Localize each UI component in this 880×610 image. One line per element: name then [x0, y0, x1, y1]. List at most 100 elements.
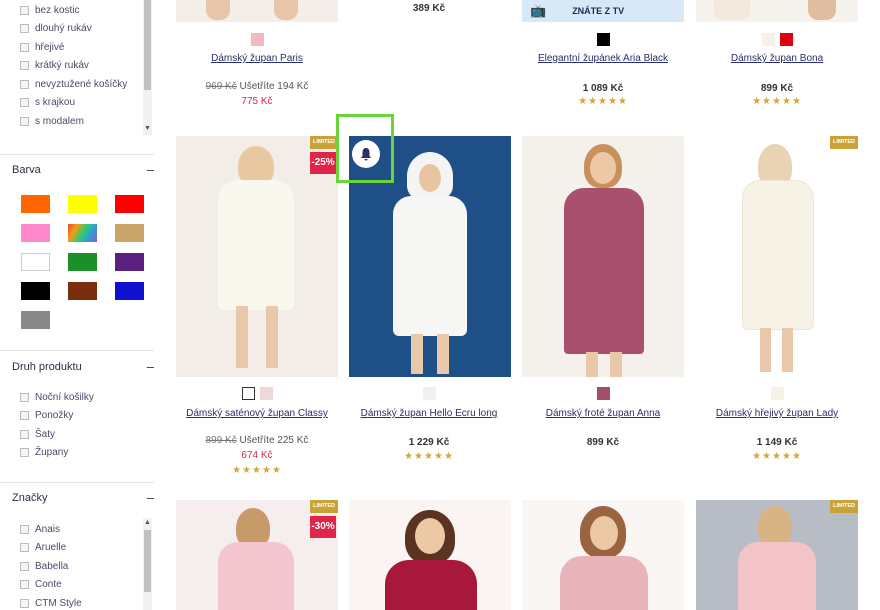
checkbox[interactable] [20, 411, 29, 421]
color-option[interactable] [422, 387, 436, 400]
color-swatch-pink[interactable] [21, 224, 50, 242]
filter-option[interactable]: s modalem [20, 112, 152, 131]
product-name[interactable]: Dámský župan Hello Ecru long [342, 408, 516, 419]
color-option[interactable] [596, 387, 610, 400]
checkbox[interactable] [20, 543, 29, 553]
product-image[interactable] [176, 0, 338, 22]
rating-stars: ★★★★★ [752, 451, 802, 462]
color-options [170, 33, 344, 46]
color-option[interactable] [761, 33, 775, 46]
checkbox[interactable] [20, 524, 29, 534]
product-name[interactable]: Dámský župan Bona [690, 53, 864, 64]
filter-option[interactable]: Ponožky [20, 407, 152, 426]
product-image[interactable] [696, 136, 858, 377]
filter-option[interactable]: dlouhý rukáv [20, 20, 152, 39]
filter-option[interactable]: Conte [20, 576, 152, 595]
discount-badge: -30% [310, 516, 336, 538]
color-swatch-blue[interactable] [115, 282, 144, 300]
rating-stars: ★★★★★ [404, 451, 454, 462]
filter-option[interactable]: Aruelle [20, 539, 152, 558]
brand-filter-list: Anais Aruelle Babella Conte CTM Style [20, 520, 152, 610]
original-price: 969 Kč Ušetříte 194 Kč [205, 81, 309, 92]
filter-option[interactable]: Anais [20, 520, 152, 539]
checkbox[interactable] [20, 79, 29, 89]
product-price: 899 Kč [586, 437, 620, 448]
color-swatch-beige[interactable] [115, 224, 144, 242]
color-options [516, 387, 690, 400]
product-image[interactable] [696, 500, 858, 610]
scroll-up-arrow-icon[interactable]: ▲ [143, 519, 152, 527]
brands-scrollbar[interactable]: ▲ [143, 518, 152, 610]
filter-option[interactable]: s krajkou [20, 94, 152, 113]
color-option[interactable] [779, 33, 793, 46]
checkbox[interactable] [20, 42, 29, 52]
color-option[interactable] [259, 387, 273, 400]
rating-stars: ★★★★★ [232, 465, 282, 476]
filter-option[interactable]: Župany [20, 444, 152, 463]
color-options [690, 33, 864, 46]
color-option[interactable] [770, 387, 784, 400]
collapse-icon[interactable]: – [147, 490, 154, 505]
original-price: 899 Kč Ušetříte 225 Kč [205, 435, 309, 446]
checkbox[interactable] [20, 580, 29, 590]
color-filter-header[interactable]: Barva – [12, 162, 154, 177]
product-image[interactable] [696, 0, 858, 22]
color-swatch-brown[interactable] [68, 282, 97, 300]
filter-option[interactable]: CTM Style [20, 594, 152, 610]
color-swatch-orange[interactable] [21, 195, 50, 213]
color-option[interactable] [596, 33, 610, 46]
product-image[interactable] [522, 136, 684, 377]
color-swatch-black[interactable] [21, 282, 50, 300]
product-name[interactable]: Dámský saténový župan Classy [170, 408, 344, 419]
color-swatch-white[interactable] [21, 253, 50, 271]
color-swatch-multicolor[interactable] [68, 224, 97, 242]
checkbox[interactable] [20, 561, 29, 571]
scrollbar-thumb[interactable] [144, 530, 151, 592]
product-price: 1 229 Kč [408, 437, 450, 448]
product-price: 1 149 Kč [756, 437, 798, 448]
sale-price: 674 Kč [241, 450, 273, 461]
checkbox[interactable] [20, 392, 29, 402]
checkbox[interactable] [20, 24, 29, 34]
checkbox[interactable] [20, 5, 29, 15]
filter-option[interactable]: bez kostic [20, 1, 152, 20]
checkbox[interactable] [20, 98, 29, 108]
color-swatch-green[interactable] [68, 253, 97, 271]
color-options [690, 387, 864, 400]
color-swatch-yellow[interactable] [68, 195, 97, 213]
color-swatch-purple[interactable] [115, 253, 144, 271]
checkbox[interactable] [20, 429, 29, 439]
limited-badge: LIMITED [830, 136, 858, 149]
filter-option[interactable]: krátký rukáv [20, 57, 152, 76]
color-options [342, 387, 516, 400]
checkbox[interactable] [20, 61, 29, 71]
product-image[interactable] [522, 500, 684, 610]
product-name[interactable]: Elegantní župánek Aria Black [516, 53, 690, 64]
filter-option[interactable]: nevyztužené košíčky [20, 75, 152, 94]
product-price: 899 Kč [760, 83, 794, 94]
scrollbar-thumb[interactable] [144, 0, 151, 90]
collapse-icon[interactable]: – [147, 162, 154, 177]
collapse-icon[interactable]: – [147, 359, 154, 374]
product-name[interactable]: Dámský froté župan Anna [516, 408, 690, 419]
color-swatch-red[interactable] [115, 195, 144, 213]
filter-option[interactable]: Noční košilky [20, 388, 152, 407]
checkbox[interactable] [20, 598, 29, 608]
limited-badge: LIMITED [310, 136, 338, 149]
product-name[interactable]: Dámský župan Paris [170, 53, 344, 64]
brand-filter-header[interactable]: Značky – [12, 490, 154, 505]
color-option[interactable] [241, 387, 255, 400]
color-option[interactable] [250, 33, 264, 46]
product-type-filter-header[interactable]: Druh produktu – [12, 359, 154, 374]
checkbox[interactable] [20, 448, 29, 458]
product-name[interactable]: Dámský hřejivý župan Lady [690, 408, 864, 419]
checkbox[interactable] [20, 116, 29, 126]
filter-option[interactable]: Babella [20, 557, 152, 576]
color-swatch-gray[interactable] [21, 311, 50, 329]
filter-option[interactable]: Šaty [20, 425, 152, 444]
product-image[interactable] [349, 500, 511, 610]
filter-option[interactable]: hřejivé [20, 38, 152, 57]
properties-scrollbar[interactable]: ▼ [143, 0, 152, 135]
scroll-down-arrow-icon[interactable]: ▼ [143, 125, 152, 133]
tv-banner: 📺 ZNÁTE Z TV [522, 0, 684, 22]
